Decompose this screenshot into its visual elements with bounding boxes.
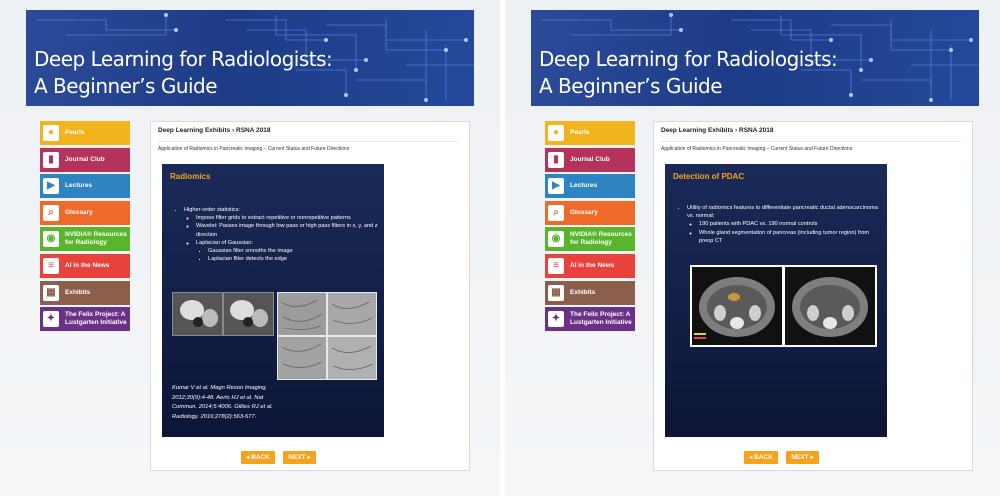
news-icon: ≡: [548, 257, 564, 274]
nav-label: NVIDIA® Resources for Radiology: [570, 231, 632, 247]
nav-label: NVIDIA® Resources for Radiology: [65, 231, 127, 247]
slide-subbullet: Wavelet: Passes image through low pass o…: [196, 222, 379, 238]
nav-label: Glossary: [65, 208, 93, 216]
nav-item-nvidia[interactable]: ◉ NVIDIA® Resources for Radiology: [545, 227, 635, 252]
pearls-icon: ●: [43, 125, 59, 141]
book-icon: ▮: [548, 151, 564, 168]
nav-label: Lectures: [570, 182, 598, 190]
nav-item-journal-club[interactable]: ▮ Journal Club: [40, 147, 130, 172]
slide-radiomics: Radiomics Higher-order statistics: Impos…: [162, 164, 384, 437]
nav-label: AI in the News: [570, 261, 615, 269]
nav-item-pearls[interactable]: ● Pearls: [545, 121, 635, 145]
banner-title-line2: A Beginner’s Guide: [34, 74, 218, 98]
nav-label: Lectures: [65, 182, 93, 190]
exhibits-icon: ▦: [43, 284, 59, 301]
nav-item-felix-project[interactable]: ✦ The Felix Project: A Lustgarten Initia…: [40, 307, 130, 332]
left-screen: Deep Learning for Radiologists: A Beginn…: [0, 0, 500, 496]
banner-title-line1: Deep Learning for Radiologists:: [34, 47, 333, 71]
slide-subsubbullet: Laplacian filter detects the edge: [208, 255, 379, 263]
nav-label: Glossary: [570, 208, 598, 216]
slide-bullet: Utility of radiomics features to differe…: [687, 204, 882, 245]
next-button[interactable]: NEXT ▸: [786, 451, 819, 464]
banner: Deep Learning for Radiologists: A Beginn…: [26, 10, 474, 106]
nvidia-icon: ◉: [548, 231, 564, 248]
nav-label: Exhibits: [65, 288, 91, 296]
wavelet-images: [277, 292, 377, 380]
nav-item-glossary[interactable]: ⌕ Glossary: [40, 200, 130, 225]
filtered-ct-images: [172, 292, 274, 336]
slide-subsubbullet: Gaussian filter smooths the image: [208, 247, 379, 255]
play-icon: ▶: [548, 178, 564, 195]
ct-scan-images: [690, 265, 877, 347]
pearls-icon: ●: [548, 125, 564, 141]
slide-detection-pdac: Detection of PDAC Utility of radiomics f…: [665, 164, 887, 437]
nav-item-lectures[interactable]: ▶ Lectures: [40, 174, 130, 199]
nav-item-exhibits[interactable]: ▦ Exhibits: [545, 280, 635, 305]
nav-item-lectures[interactable]: ▶ Lectures: [545, 174, 635, 199]
slide-bullet-text: Utility of radiomics features to differe…: [687, 205, 878, 220]
slide-title: Detection of PDAC: [673, 172, 745, 181]
book-icon: ▮: [43, 151, 59, 168]
banner-title: Deep Learning for Radiologists: A Beginn…: [34, 46, 333, 100]
breadcrumb[interactable]: Deep Learning Exhibits › RSNA 2018: [158, 127, 270, 134]
slide-subbullet: Whole gland segmentation of pancreas (in…: [699, 229, 882, 245]
slide-subbullet-text: Laplacian of Gaussian:: [196, 239, 253, 246]
felix-icon: ✦: [43, 311, 59, 328]
content-area: Deep Learning Exhibits › RSNA 2018 Appli…: [150, 121, 470, 471]
banner-title-line1: Deep Learning for Radiologists:: [539, 47, 838, 71]
glossary-icon: ⌕: [43, 204, 59, 221]
banner: Deep Learning for Radiologists: A Beginn…: [531, 10, 979, 106]
nav-label: The Felix Project: A Lustgarten Initiati…: [65, 311, 127, 327]
slide-reference: Kumar V et al. Magn Reson Imaging. 2012;…: [172, 385, 273, 420]
nav-item-felix-project[interactable]: ✦ The Felix Project: A Lustgarten Initia…: [545, 307, 635, 332]
exhibits-icon: ▦: [548, 284, 564, 301]
next-button[interactable]: NEXT ▸: [283, 451, 316, 464]
back-button[interactable]: ◂ BACK: [241, 451, 275, 464]
felix-icon: ✦: [548, 311, 564, 328]
slide-bullet: Higher-order statistics: Impose filter g…: [184, 206, 379, 263]
nav-item-ai-news[interactable]: ≡ AI in the News: [545, 253, 635, 278]
nav-label: Pearls: [570, 129, 590, 136]
nav-label: Journal Club: [570, 155, 610, 163]
news-icon: ≡: [43, 257, 59, 274]
nav-item-nvidia[interactable]: ◉ NVIDIA® Resources for Radiology: [40, 227, 130, 252]
pager: ◂ BACK NEXT ▸: [744, 446, 823, 464]
breadcrumb[interactable]: Deep Learning Exhibits › RSNA 2018: [661, 127, 773, 134]
slide-body: Higher-order statistics: Impose filter g…: [174, 206, 379, 263]
slide-title: Radiomics: [170, 172, 211, 181]
page-subtitle: Application of Radiomics in Pancreatic I…: [661, 141, 961, 152]
nav-item-ai-news[interactable]: ≡ AI in the News: [40, 253, 130, 278]
nav-item-journal-club[interactable]: ▮ Journal Club: [545, 147, 635, 172]
back-button[interactable]: ◂ BACK: [744, 451, 778, 464]
nav-item-glossary[interactable]: ⌕ Glossary: [545, 200, 635, 225]
glossary-icon: ⌕: [548, 204, 564, 221]
sidebar-nav: ● Pearls ▮ Journal Club ▶ Lectures ⌕ Glo…: [40, 121, 130, 334]
banner-title: Deep Learning for Radiologists: A Beginn…: [539, 46, 838, 100]
slide-bullet-text: Higher-order statistics:: [184, 207, 240, 213]
slide-subbullet: Laplacian of Gaussian: Gaussian filter s…: [196, 239, 379, 264]
pager: ◂ BACK NEXT ▸: [241, 446, 320, 464]
slide-subbullet: Impose filter grids to extract repetitiv…: [196, 214, 379, 222]
slide-subbullet: 190 patients with PDAC vs. 190 normal co…: [699, 220, 882, 228]
nav-label: Pearls: [65, 129, 85, 136]
slide-body: Utility of radiomics features to differe…: [677, 204, 882, 245]
nav-item-exhibits[interactable]: ▦ Exhibits: [40, 280, 130, 305]
nav-label: AI in the News: [65, 261, 110, 269]
banner-title-line2: A Beginner’s Guide: [539, 74, 723, 98]
nav-label: Journal Club: [65, 155, 105, 163]
nav-label: The Felix Project: A Lustgarten Initiati…: [570, 311, 632, 327]
page-subtitle: Application of Radiomics in Pancreatic I…: [158, 141, 458, 152]
nvidia-icon: ◉: [43, 231, 59, 248]
content-area: Deep Learning Exhibits › RSNA 2018 Appli…: [653, 121, 973, 471]
right-screen: Deep Learning for Radiologists: A Beginn…: [505, 0, 1000, 496]
nav-item-pearls[interactable]: ● Pearls: [40, 121, 130, 145]
sidebar-nav: ● Pearls ▮ Journal Club ▶ Lectures ⌕ Glo…: [545, 121, 635, 334]
play-icon: ▶: [43, 178, 59, 195]
nav-label: Exhibits: [570, 288, 596, 296]
